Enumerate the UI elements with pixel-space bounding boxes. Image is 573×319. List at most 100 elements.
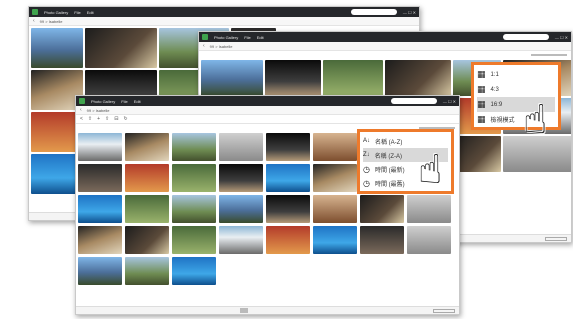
breadcrumb[interactable]: 99 > Isabelle (40, 19, 63, 24)
photo-thumbnail[interactable] (266, 164, 310, 192)
photo-thumbnail[interactable] (125, 195, 169, 223)
title-bar: Photo Gallery File Edit — ☐ ✕ (199, 32, 571, 42)
window-controls[interactable]: — ☐ ✕ (555, 35, 568, 40)
photo-thumbnail[interactable] (266, 195, 310, 223)
upload-icon[interactable]: ⇧ (88, 116, 92, 122)
photo-thumbnail[interactable] (360, 226, 404, 254)
photo-thumbnail[interactable] (407, 195, 451, 223)
menu-edit[interactable]: Edit (134, 99, 141, 104)
aspect-menu-item[interactable]: ▦ 1:1 (477, 67, 555, 82)
photo-thumbnail[interactable] (31, 28, 83, 68)
window-controls[interactable]: — ☐ ✕ (443, 99, 456, 104)
breadcrumb[interactable]: 99 > Isabelle (210, 44, 233, 49)
photo-thumbnail[interactable] (125, 257, 169, 285)
back-icon[interactable]: < (80, 116, 83, 122)
photo-thumbnail[interactable] (172, 195, 216, 223)
menu-file[interactable]: File (244, 35, 250, 40)
photo-thumbnail[interactable] (78, 195, 122, 223)
page-selector[interactable] (240, 308, 248, 313)
title-bar: Photo Gallery File Edit — ☐ ✕ (76, 96, 459, 106)
window-controls[interactable]: — ☐ ✕ (403, 10, 416, 15)
app-logo-icon (32, 9, 38, 15)
photo-thumbnail[interactable] (360, 195, 404, 223)
photo-thumbnail[interactable] (453, 136, 501, 172)
app-logo-icon (79, 98, 85, 104)
photo-thumbnail[interactable] (172, 164, 216, 192)
clock-icon: ◷ (363, 164, 370, 174)
search-input[interactable] (350, 9, 397, 15)
clock-icon: ◷ (363, 178, 370, 188)
photo-thumbnail[interactable] (201, 60, 263, 96)
sort-menu-label: 名稱 (A-Z) (375, 139, 403, 146)
aspect-menu-item[interactable]: ▦ 4:3 (477, 82, 555, 97)
square-grid-icon: ▦ (477, 84, 486, 94)
path-bar (199, 51, 571, 58)
photo-thumbnail[interactable] (125, 226, 169, 254)
photo-thumbnail[interactable] (313, 195, 357, 223)
menu-file[interactable]: File (121, 99, 127, 104)
app-logo-icon (202, 34, 208, 40)
sort-za-icon: Z↓ (363, 152, 370, 158)
back-icon[interactable]: ‹ (203, 43, 205, 49)
photo-thumbnail[interactable] (313, 164, 357, 192)
hand-cursor-icon: ☝ (418, 148, 443, 192)
square-grid-icon: ▦ (477, 99, 486, 109)
photo-thumbnail[interactable] (125, 133, 169, 161)
search-input[interactable] (390, 98, 437, 104)
square-grid-icon: ▦ (477, 69, 486, 79)
action-toolbar: < ⇧ + ⇪ ⊟ ↻ (76, 115, 459, 124)
toolbar: ‹ 99 > Isabelle (76, 106, 459, 115)
back-icon[interactable]: ‹ (80, 107, 82, 113)
photo-thumbnail[interactable] (85, 28, 157, 68)
app-title: Photo Gallery (44, 9, 69, 15)
photo-thumbnail[interactable] (172, 226, 216, 254)
photo-thumbnail[interactable] (323, 60, 383, 96)
square-grid-icon: ▦ (477, 114, 486, 124)
back-icon[interactable]: ‹ (33, 18, 35, 24)
photo-thumbnail[interactable] (78, 164, 122, 192)
delete-icon[interactable]: ⊟ (114, 116, 118, 122)
photo-thumbnail[interactable] (385, 60, 451, 96)
status-bar (76, 306, 459, 314)
photo-thumbnail[interactable] (172, 257, 216, 285)
thumbnail-size-slider[interactable] (531, 53, 567, 56)
toolbar: ‹ 99 > Isabelle (199, 42, 571, 51)
photo-thumbnail[interactable] (407, 226, 451, 254)
aspect-menu-label: 1:1 (490, 71, 499, 78)
photo-thumbnail[interactable] (313, 133, 357, 161)
refresh-icon[interactable]: ↻ (123, 116, 127, 122)
aspect-menu-label: 檢視模式 (490, 118, 515, 124)
photo-thumbnail[interactable] (265, 60, 321, 96)
aspect-menu-label: 4:3 (490, 86, 499, 93)
zoom-control[interactable] (545, 236, 567, 241)
search-input[interactable] (502, 34, 549, 40)
photo-thumbnail[interactable] (313, 226, 357, 254)
app-title: Photo Gallery (91, 98, 116, 104)
aspect-ratio-menu: ▦ 1:1 ▦ 4:3 ▦ 16:9 ▦ 檢視模式 (471, 62, 561, 130)
photo-thumbnail[interactable] (266, 133, 310, 161)
photo-thumbnail[interactable] (78, 257, 122, 285)
hand-cursor-icon: ☝ (523, 98, 548, 142)
sort-menu-label: 時間 (最新) (374, 167, 405, 174)
sort-menu-item[interactable]: A↓ 名稱 (A-Z) (363, 134, 448, 148)
menu-edit[interactable]: Edit (87, 10, 94, 15)
share-icon[interactable]: ⇪ (105, 116, 109, 122)
aspect-menu-label: 16:9 (490, 101, 503, 108)
sort-menu-label: 時間 (最舊) (374, 181, 405, 188)
photo-thumbnail[interactable] (78, 226, 122, 254)
photo-thumbnail[interactable] (219, 195, 263, 223)
sort-menu-label: 名稱 (Z-A) (374, 153, 403, 160)
menu-file[interactable]: File (74, 10, 80, 15)
breadcrumb[interactable]: 99 > Isabelle (87, 108, 110, 113)
photo-thumbnail[interactable] (219, 226, 263, 254)
photo-thumbnail[interactable] (219, 133, 263, 161)
photo-thumbnail[interactable] (78, 133, 122, 161)
add-icon[interactable]: + (97, 116, 100, 122)
photo-thumbnail[interactable] (266, 226, 310, 254)
photo-thumbnail[interactable] (219, 164, 263, 192)
photo-thumbnail[interactable] (172, 133, 216, 161)
menu-edit[interactable]: Edit (257, 35, 264, 40)
photo-thumbnail[interactable] (125, 164, 169, 192)
title-bar: Photo Gallery File Edit — ☐ ✕ (29, 7, 419, 17)
zoom-control[interactable] (433, 308, 455, 313)
